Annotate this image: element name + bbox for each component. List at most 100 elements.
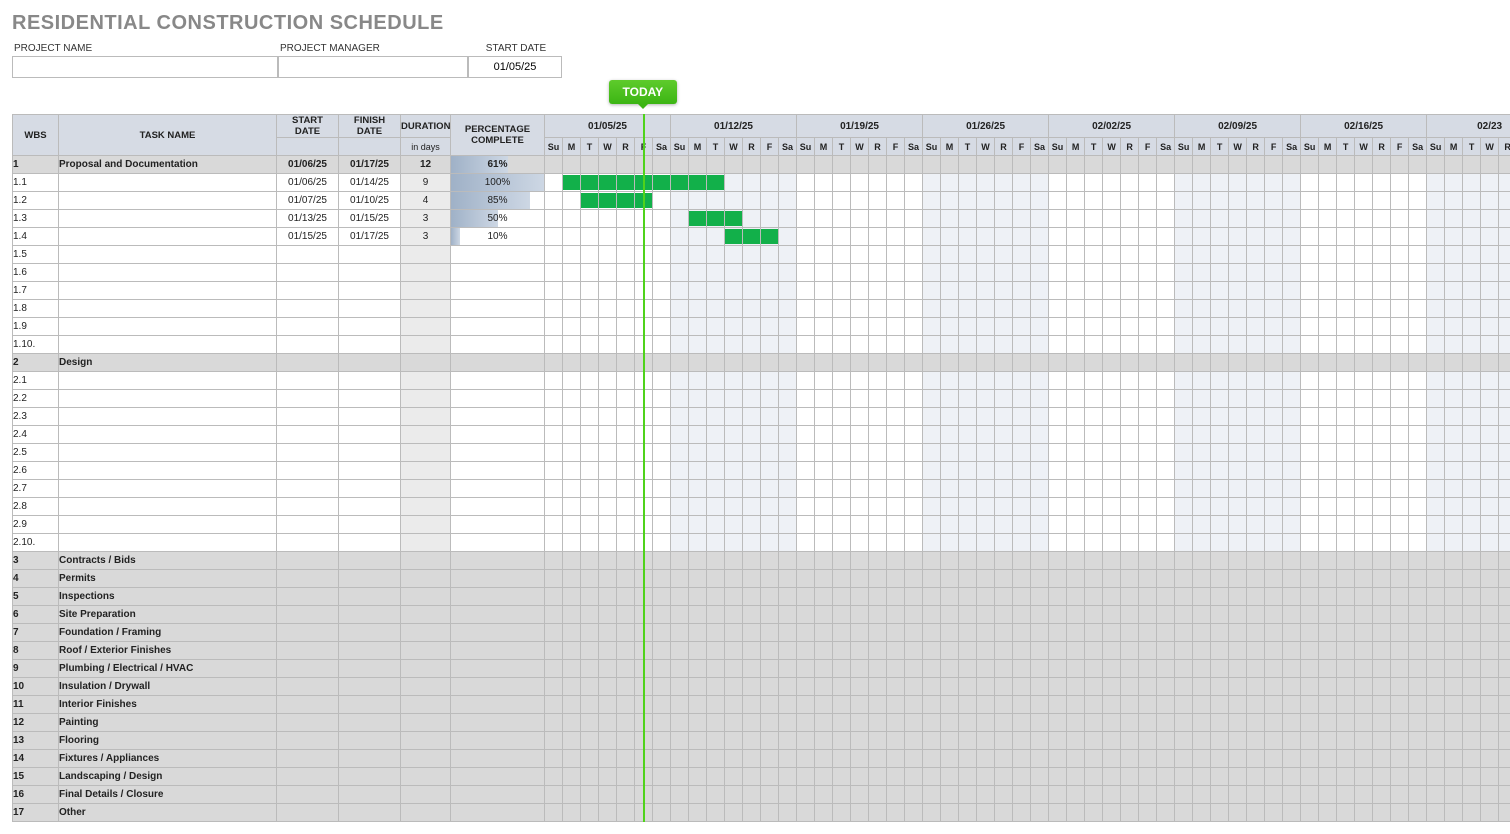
day-cell[interactable] (1355, 156, 1373, 174)
day-cell[interactable] (1445, 624, 1463, 642)
day-cell[interactable] (1463, 714, 1481, 732)
day-cell[interactable] (1121, 174, 1139, 192)
day-cell[interactable] (1139, 318, 1157, 336)
day-cell[interactable] (1175, 498, 1193, 516)
day-cell[interactable] (833, 246, 851, 264)
day-cell[interactable] (1049, 570, 1067, 588)
day-cell[interactable] (833, 588, 851, 606)
finish-cell[interactable] (339, 390, 401, 408)
day-cell[interactable] (1049, 480, 1067, 498)
day-cell[interactable] (869, 642, 887, 660)
day-cell[interactable] (905, 246, 923, 264)
day-cell[interactable] (1103, 624, 1121, 642)
day-cell[interactable] (1103, 642, 1121, 660)
day-cell[interactable] (653, 210, 671, 228)
day-cell[interactable] (995, 750, 1013, 768)
start-cell[interactable] (277, 660, 339, 678)
start-cell[interactable] (277, 768, 339, 786)
day-cell[interactable] (1103, 282, 1121, 300)
day-cell[interactable] (1049, 282, 1067, 300)
day-cell[interactable] (1067, 408, 1085, 426)
day-cell[interactable] (761, 696, 779, 714)
day-cell[interactable] (563, 768, 581, 786)
day-cell[interactable] (1103, 192, 1121, 210)
day-cell[interactable] (761, 390, 779, 408)
day-cell[interactable] (1265, 660, 1283, 678)
day-cell[interactable] (617, 678, 635, 696)
day-cell[interactable] (1139, 714, 1157, 732)
day-cell[interactable] (1211, 192, 1229, 210)
day-cell[interactable] (725, 642, 743, 660)
day-cell[interactable] (617, 570, 635, 588)
day-cell[interactable] (1499, 642, 1510, 660)
day-cell[interactable] (923, 516, 941, 534)
day-cell[interactable] (1445, 462, 1463, 480)
day-cell[interactable] (887, 552, 905, 570)
day-cell[interactable] (851, 210, 869, 228)
day-cell[interactable] (707, 660, 725, 678)
day-cell[interactable] (995, 318, 1013, 336)
start-cell[interactable] (277, 624, 339, 642)
wbs-cell[interactable]: 1.3 (13, 210, 59, 228)
day-cell[interactable] (563, 192, 581, 210)
day-cell[interactable] (1103, 318, 1121, 336)
start-cell[interactable] (277, 696, 339, 714)
day-cell[interactable] (617, 444, 635, 462)
day-cell[interactable] (851, 498, 869, 516)
day-cell[interactable] (599, 552, 617, 570)
day-cell[interactable] (1301, 480, 1319, 498)
day-cell[interactable] (1373, 786, 1391, 804)
day-cell[interactable] (833, 192, 851, 210)
day-cell[interactable] (959, 444, 977, 462)
wbs-cell[interactable]: 2.8 (13, 498, 59, 516)
wbs-cell[interactable]: 1.6 (13, 264, 59, 282)
day-cell[interactable] (1247, 768, 1265, 786)
finish-cell[interactable] (339, 552, 401, 570)
day-cell[interactable] (851, 156, 869, 174)
day-cell[interactable] (977, 408, 995, 426)
day-cell[interactable] (1175, 426, 1193, 444)
day-cell[interactable] (1463, 750, 1481, 768)
day-cell[interactable] (1445, 768, 1463, 786)
day-cell[interactable] (1463, 444, 1481, 462)
day-cell[interactable] (1409, 282, 1427, 300)
finish-cell[interactable] (339, 408, 401, 426)
pct-cell[interactable] (451, 336, 545, 354)
day-cell[interactable] (779, 516, 797, 534)
day-cell[interactable] (671, 660, 689, 678)
day-cell[interactable] (1463, 480, 1481, 498)
day-cell[interactable] (815, 552, 833, 570)
wbs-cell[interactable]: 12 (13, 714, 59, 732)
day-cell[interactable] (1085, 516, 1103, 534)
day-cell[interactable] (1247, 336, 1265, 354)
day-cell[interactable] (923, 210, 941, 228)
day-cell[interactable] (869, 408, 887, 426)
day-cell[interactable] (671, 714, 689, 732)
day-cell[interactable] (1193, 678, 1211, 696)
day-cell[interactable] (977, 426, 995, 444)
day-cell[interactable] (905, 480, 923, 498)
day-cell[interactable] (1193, 174, 1211, 192)
day-cell[interactable] (725, 282, 743, 300)
day-cell[interactable] (743, 318, 761, 336)
day-cell[interactable] (1247, 462, 1265, 480)
day-cell[interactable] (599, 462, 617, 480)
day-cell[interactable] (1013, 372, 1031, 390)
day-cell[interactable] (815, 354, 833, 372)
day-cell[interactable] (653, 678, 671, 696)
day-cell[interactable] (1193, 228, 1211, 246)
day-cell[interactable] (1373, 732, 1391, 750)
day-cell[interactable] (1409, 786, 1427, 804)
task-cell[interactable]: Flooring (59, 732, 277, 750)
day-cell[interactable] (1283, 228, 1301, 246)
day-cell[interactable] (1409, 606, 1427, 624)
day-cell[interactable] (1265, 174, 1283, 192)
day-cell[interactable] (815, 516, 833, 534)
day-cell[interactable] (1067, 696, 1085, 714)
day-cell[interactable] (1049, 210, 1067, 228)
day-cell[interactable] (815, 678, 833, 696)
day-cell[interactable] (689, 192, 707, 210)
day-cell[interactable] (995, 264, 1013, 282)
day-cell[interactable] (1283, 336, 1301, 354)
day-cell[interactable] (689, 750, 707, 768)
